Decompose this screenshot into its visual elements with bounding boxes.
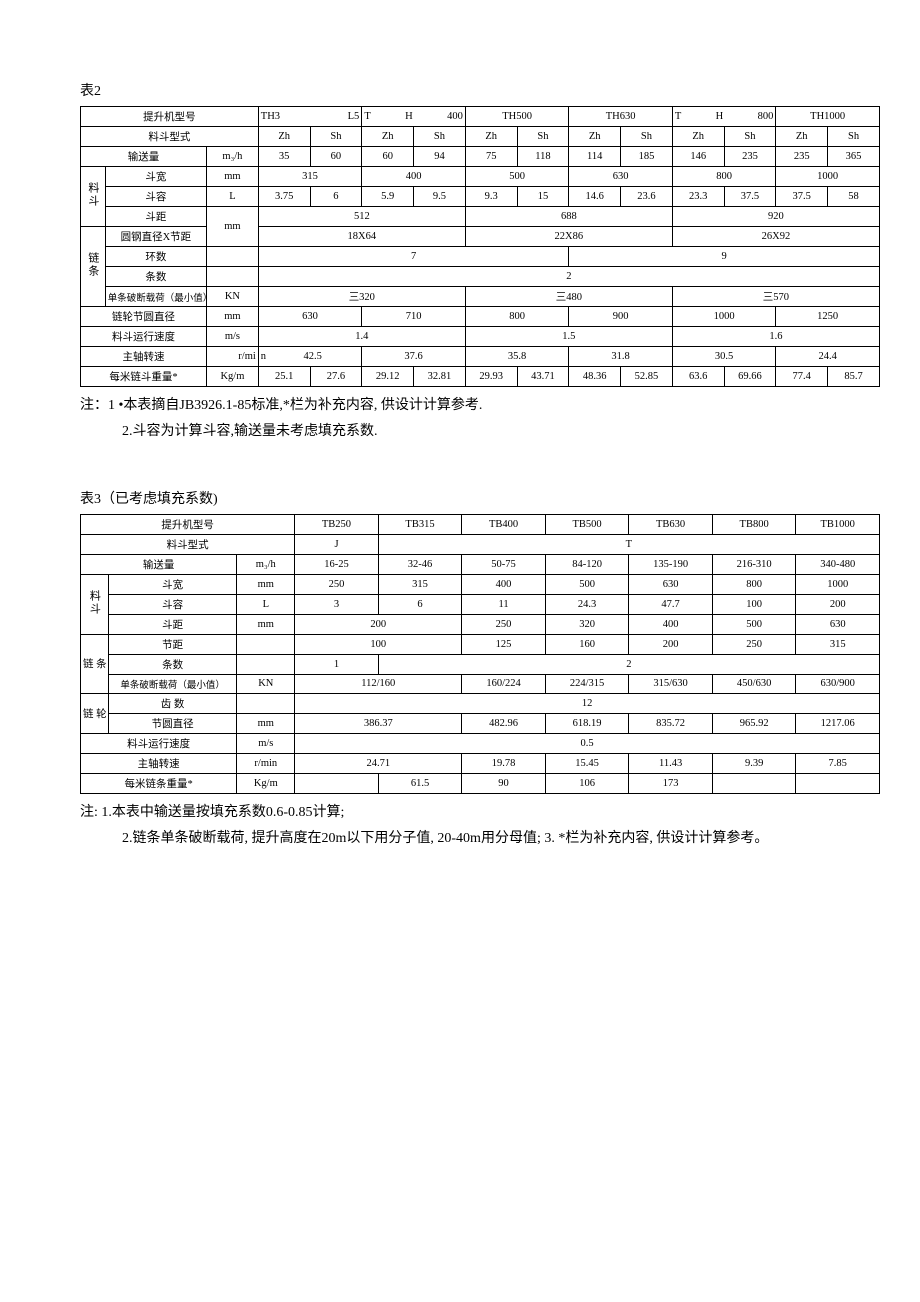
t2-break-unit: KN bbox=[207, 287, 259, 307]
t3-row-linkpitch: 链 条 节距 100 125 160 200 250 315 bbox=[81, 634, 880, 654]
t2-row-btype: 料斗型式 Zh Sh Zh Sh Zh Sh Zh Sh Zh Sh Zh Sh bbox=[81, 127, 880, 147]
t2-sprocket-label: 链轮节圆直径 bbox=[81, 307, 207, 327]
t2-bvol-unit: L bbox=[207, 187, 259, 207]
t3-row-strands: 条数 1 2 bbox=[81, 654, 880, 674]
t3-row-bvol: 斗容 L 3 6 11 24.3 47.7 100 200 bbox=[81, 594, 880, 614]
t2-strands-label: 条数 bbox=[105, 267, 206, 287]
t2-note-1: 注：1 •本表摘自JB3926.1-85标准,*栏为补充内容, 供设计计算参考. bbox=[80, 395, 880, 417]
t2-m6: TH1000 bbox=[776, 107, 880, 127]
t3-row-bpitch: 斗距 mm 200 250 320 400 500 630 bbox=[81, 614, 880, 634]
t3-row-throughput: 输送量 m₃/h 16-25 32-46 50-75 84-120 135-19… bbox=[81, 554, 880, 574]
t2-row-weight: 每米链斗重量* Kg/m 25.1 27.6 29.12 32.81 29.93… bbox=[81, 367, 880, 387]
t3-model-label: 提升机型号 bbox=[81, 514, 295, 534]
t3-row-weight: 每米链条重量* Kg/m 61.5 90 106 173 bbox=[81, 773, 880, 793]
t2-model-label: 提升机型号 bbox=[81, 107, 259, 127]
t3-sprocket-section: 链 轮 bbox=[81, 693, 109, 733]
t2-bvol-label: 斗容 bbox=[105, 187, 206, 207]
t2-m4: TH630 bbox=[569, 107, 673, 127]
t2-row-rings: 环数 7 9 bbox=[81, 247, 880, 267]
t3-row-speed: 料斗运行速度 m/s 0.5 bbox=[81, 733, 880, 753]
t3-row-bwidth: 料斗 斗宽 mm 250 315 400 500 630 800 1000 bbox=[81, 574, 880, 594]
t2-row-sprocket: 链轮节圆直径 mm 630 710 800 900 1000 1250 bbox=[81, 307, 880, 327]
t2-note-2: 2.斗容为计算斗容,输送量未考虑填充系数. bbox=[80, 421, 880, 443]
t2-m1: TH3L5 bbox=[258, 107, 362, 127]
table2: 提升机型号 TH3L5 TH400 TH500 TH630 TH800 TH10… bbox=[80, 106, 880, 387]
table3-title: 表3（已考虑填充系数) bbox=[80, 488, 880, 508]
t2-bpitch-label: 斗距 bbox=[105, 207, 206, 227]
t2-row-bwidth: 料斗 斗宽 mm 315 400 500 630 800 1000 bbox=[81, 167, 880, 187]
t3-row-teeth: 链 轮 齿 数 12 bbox=[81, 693, 880, 713]
t2-btype-label: 料斗型式 bbox=[81, 127, 259, 147]
table3-notes: 注: 1.本表中输送量按填充系数0.6-0.85计算; 2.链条单条破断载荷, … bbox=[80, 802, 880, 851]
t3-row-shaft: 主轴转速 r/min 24.71 19.78 15.45 11.43 9.39 … bbox=[81, 753, 880, 773]
t2-m5: TH800 bbox=[672, 107, 776, 127]
t2-chain-section: 链条 bbox=[81, 227, 106, 307]
t2-bwidth-label: 斗宽 bbox=[105, 167, 206, 187]
t2-row-bvol: 斗容 L 3.75 6 5.9 9.5 9.3 15 14.6 23.6 23.… bbox=[81, 187, 880, 207]
t3-row-pitchcircle: 节圆直径 mm 386.37 482.96 618.19 835.72 965.… bbox=[81, 713, 880, 733]
table3: 提升机型号 TB250 TB315 TB400 TB500 TB630 TB80… bbox=[80, 514, 880, 794]
table2-notes: 注：1 •本表摘自JB3926.1-85标准,*栏为补充内容, 供设计计算参考.… bbox=[80, 395, 880, 444]
t3-bucket-section: 料斗 bbox=[81, 574, 109, 634]
t2-row-model: 提升机型号 TH3L5 TH400 TH500 TH630 TH800 TH10… bbox=[81, 107, 880, 127]
t3-row-btype: 料斗型式 J T bbox=[81, 534, 880, 554]
t3-btype-label: 料斗型式 bbox=[81, 534, 295, 554]
t2-row-strands: 条数 2 bbox=[81, 267, 880, 287]
t2-row-throughput: 输送量 m₃/h 35 60 60 94 75 118 114 185 146 … bbox=[81, 147, 880, 167]
t3-note-2: 2.链条单条破断载荷, 提升高度在20m以下用分子值, 20-40m用分母值; … bbox=[80, 828, 880, 850]
t2-row-break: 单条破断载荷（最小值） KN 三320 三480 三570 bbox=[81, 287, 880, 307]
t2-row-bpitch: 斗距 mm 512 688 920 bbox=[81, 207, 880, 227]
t2-throughput-label: 输送量 bbox=[81, 147, 207, 167]
t3-row-break: 单条破断载荷（最小值） KN 112/160 160/224 224/315 3… bbox=[81, 674, 880, 693]
t3-row-model: 提升机型号 TB250 TB315 TB400 TB500 TB630 TB80… bbox=[81, 514, 880, 534]
table2-title: 表2 bbox=[80, 80, 880, 100]
t2-rings-label: 环数 bbox=[105, 247, 206, 267]
t2-m3: TH500 bbox=[465, 107, 569, 127]
t3-chain-section: 链 条 bbox=[81, 634, 109, 693]
t2-shaft-label: 主轴转速 bbox=[81, 347, 207, 367]
t2-weight-label: 每米链斗重量* bbox=[81, 367, 207, 387]
t2-row-shaft: 主轴转速 r/mi n42.5 37.6 35.8 31.8 30.5 24.4 bbox=[81, 347, 880, 367]
t2-row-roundbar: 链条 圆钢直径X节距 18X64 22X86 26X92 bbox=[81, 227, 880, 247]
t2-bucket-section: 料斗 bbox=[81, 167, 106, 227]
t2-throughput-unit: m₃/h bbox=[207, 147, 259, 167]
t2-speed-label: 料斗运行速度 bbox=[81, 327, 207, 347]
t2-break-label: 单条破断载荷（最小值） bbox=[105, 287, 206, 307]
t3-throughput-label: 输送量 bbox=[81, 554, 237, 574]
t2-row-speed: 料斗运行速度 m/s 1.4 1.5 1.6 bbox=[81, 327, 880, 347]
t2-roundbar-label: 圆钢直径X节距 bbox=[105, 227, 206, 247]
t2-bpitch-unit: mm bbox=[207, 207, 259, 247]
t3-note-1: 注: 1.本表中输送量按填充系数0.6-0.85计算; bbox=[80, 802, 880, 824]
t2-m2: TH400 bbox=[362, 107, 466, 127]
t2-bwidth-unit: mm bbox=[207, 167, 259, 187]
